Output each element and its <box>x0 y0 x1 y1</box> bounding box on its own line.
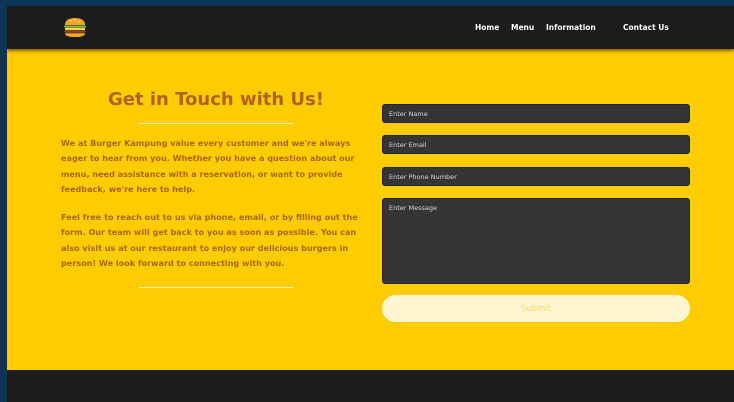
nav-link-information[interactable]: Information <box>546 6 596 49</box>
contact-title: Get in Touch with Us! <box>108 89 324 110</box>
page: Home Menu Information Contact Us Get in … <box>7 0 734 402</box>
nav-link-home[interactable]: Home <box>475 6 499 49</box>
contact-details-paragraph: Feel free to reach out to us via phone, … <box>61 212 358 269</box>
contact-section: Get in Touch with Us! We at Burger Kampu… <box>7 49 734 370</box>
nav-link-menu[interactable]: Menu <box>511 6 534 49</box>
message-textarea[interactable] <box>382 198 690 284</box>
submit-button[interactable]: Submit <box>382 295 690 322</box>
bottom-divider <box>139 287 293 288</box>
name-input[interactable] <box>382 104 690 123</box>
title-divider <box>139 123 293 124</box>
navbar: Home Menu Information Contact Us <box>7 6 734 49</box>
burger-icon[interactable] <box>63 17 87 38</box>
email-input[interactable] <box>382 135 690 154</box>
phone-input[interactable] <box>382 167 690 186</box>
nav-link-contact-us[interactable]: Contact Us <box>623 6 669 49</box>
contact-intro-paragraph: We at Burger Kampung value every custome… <box>61 138 355 195</box>
footer <box>7 370 734 402</box>
